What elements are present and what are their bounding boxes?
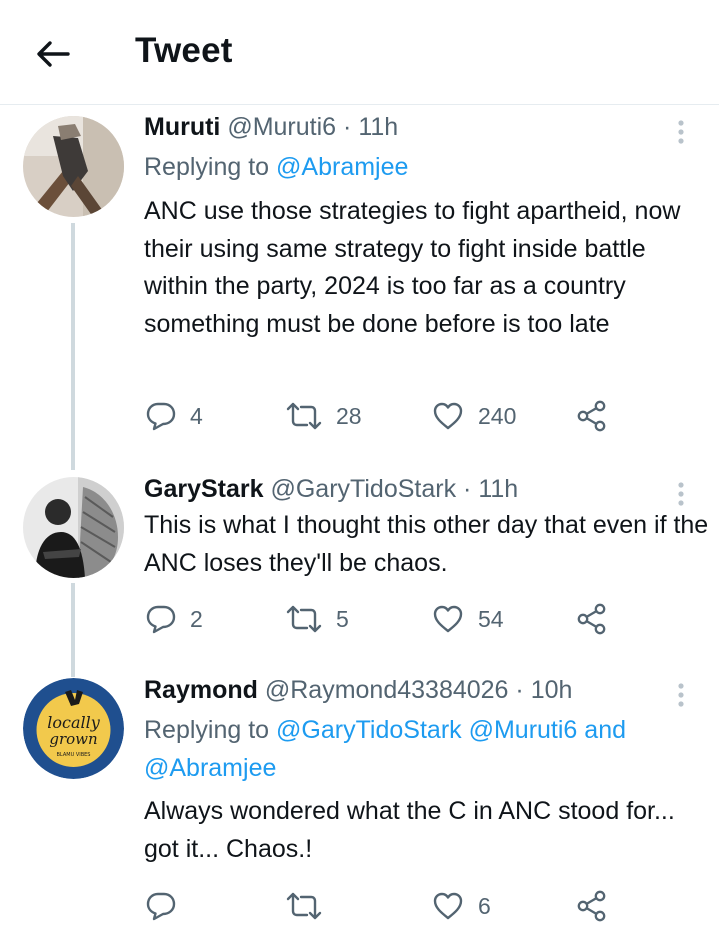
heart-icon (433, 605, 463, 633)
tweet-raymond[interactable]: locally grown BLAMU VIBES Raymond @Raymo… (0, 675, 719, 936)
retweet-icon (286, 605, 322, 633)
tweet-text: ANC use those strategies to fight aparth… (144, 197, 681, 338)
tweet-header: GaryStark @GaryTidoStark · 11h (144, 474, 518, 504)
tweet-text: This is what I thought this other day th… (144, 511, 709, 577)
display-name[interactable]: GaryStark (144, 475, 264, 503)
tweet-actions: 4 28 240 (0, 396, 719, 436)
reply-button[interactable] (146, 886, 190, 926)
replying-to-label: Replying to (144, 153, 270, 181)
timestamp[interactable]: 11h (358, 113, 398, 141)
like-count: 54 (478, 605, 504, 632)
retweet-button[interactable]: 28 (286, 396, 362, 436)
heart-icon (433, 402, 463, 430)
separator-dot: · (515, 676, 524, 704)
avatar[interactable] (23, 116, 124, 217)
tweet-muruti[interactable]: Muruti @Muruti6 · 11h Replying to @Abram… (0, 112, 719, 470)
more-vertical-icon (678, 683, 684, 707)
like-button[interactable]: 6 (432, 886, 491, 926)
svg-text:grown: grown (49, 730, 97, 748)
avatar[interactable] (23, 477, 124, 578)
reply-icon (146, 892, 176, 921)
arrow-left-icon (37, 41, 70, 67)
reply-button[interactable]: 2 (146, 599, 203, 639)
replying-to: Replying to @GaryTidoStark @Muruti6 and … (144, 711, 704, 787)
avatar-photo-muruti (23, 116, 124, 217)
reply-icon (146, 402, 176, 431)
tweet-actions: 6 (0, 886, 719, 926)
mention-and-label[interactable]: and (584, 716, 626, 744)
top-bar: Tweet (0, 0, 719, 105)
share-icon (577, 400, 606, 432)
tweet-text: Always wondered what the C in ANC stood … (144, 797, 675, 863)
reply-button[interactable]: 4 (146, 396, 203, 436)
user-handle[interactable]: @Muruti6 (227, 113, 336, 141)
more-vertical-icon (678, 482, 684, 506)
share-button[interactable] (576, 396, 608, 436)
reply-count: 2 (190, 605, 203, 632)
svg-text:BLAMU VIBES: BLAMU VIBES (57, 752, 91, 758)
separator-dot: · (463, 475, 472, 503)
share-button[interactable] (576, 599, 608, 639)
share-icon (577, 890, 606, 922)
heart-icon (433, 892, 463, 920)
like-button[interactable]: 240 (432, 396, 516, 436)
tweet-garystark[interactable]: GaryStark @GaryTidoStark · 11h This is w… (0, 474, 719, 677)
retweet-button[interactable] (286, 886, 336, 926)
tweet-header: Muruti @Muruti6 · 11h (144, 112, 398, 142)
mention-link[interactable]: @Abramjee (144, 754, 276, 782)
replying-to-label: Replying to (144, 716, 270, 744)
more-vertical-icon (678, 120, 684, 144)
retweet-icon (286, 892, 322, 920)
share-button[interactable] (576, 886, 608, 926)
retweet-count: 5 (336, 605, 349, 632)
like-count: 240 (478, 402, 517, 429)
more-options-button[interactable] (666, 681, 696, 711)
like-button[interactable]: 54 (432, 599, 504, 639)
avatar-photo-garystark (23, 477, 124, 578)
timestamp[interactable]: 10h (531, 676, 573, 704)
reply-icon (146, 605, 176, 634)
mention-link[interactable]: @Muruti6 (469, 716, 578, 744)
mention-link[interactable]: @GaryTidoStark (276, 716, 462, 744)
back-button[interactable] (32, 34, 72, 74)
share-icon (577, 603, 606, 635)
user-handle[interactable]: @Raymond43384026 (265, 676, 509, 704)
retweet-icon (286, 402, 322, 430)
tweet-header: Raymond @Raymond43384026 · 10h (144, 675, 572, 705)
more-options-button[interactable] (666, 480, 696, 510)
page-title: Tweet (135, 31, 233, 70)
mention-link[interactable]: @Abramjee (276, 153, 408, 181)
timestamp[interactable]: 11h (478, 475, 518, 503)
like-count: 6 (478, 892, 491, 919)
display-name[interactable]: Raymond (144, 676, 258, 704)
user-handle[interactable]: @GaryTidoStark (270, 475, 456, 503)
separator-dot: · (343, 113, 352, 141)
tweet-actions: 2 5 54 (0, 599, 719, 639)
retweet-button[interactable]: 5 (286, 599, 349, 639)
avatar[interactable]: locally grown BLAMU VIBES (23, 678, 124, 779)
reply-count: 4 (190, 402, 203, 429)
avatar-logo-locally-grown: locally grown BLAMU VIBES (23, 678, 124, 779)
more-options-button[interactable] (666, 118, 696, 148)
retweet-count: 28 (336, 402, 362, 429)
display-name[interactable]: Muruti (144, 113, 220, 141)
replying-to: Replying to @Abramjee (144, 148, 704, 186)
